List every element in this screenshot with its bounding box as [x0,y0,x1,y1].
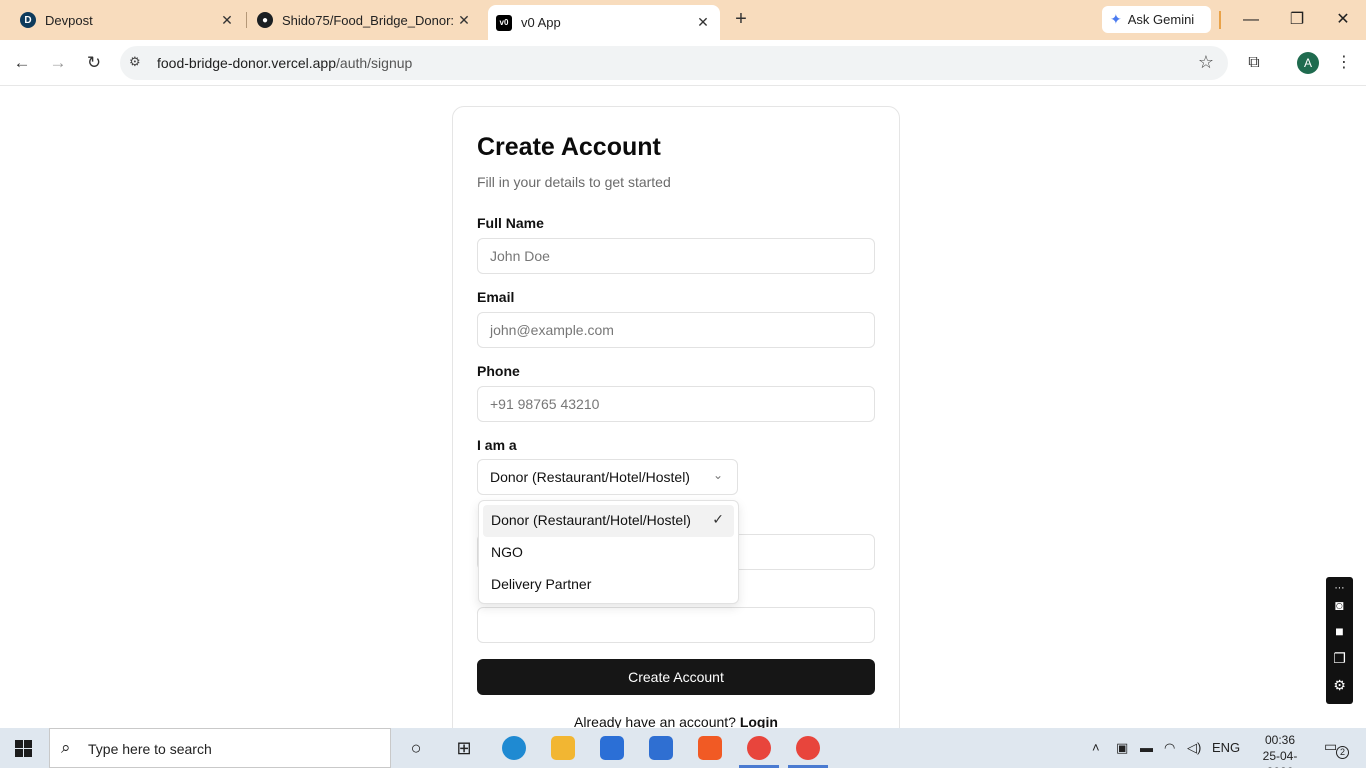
chrome-profile-s-icon[interactable] [796,736,820,760]
role-option-donor[interactable]: Donor (Restaurant/Hotel/Hostel) ✓ [483,505,734,537]
mail-icon[interactable] [649,736,673,760]
ask-gemini-label: Ask Gemini [1127,12,1195,27]
login-prompt: Already have an account? Login [453,714,899,728]
browser-tab-bar: D Devpost ✕ ● Shido75/Food_Bridge_Donor:… [0,0,1366,40]
tab-title: Shido75/Food_Bridge_Donor: fo [282,12,454,28]
window-capture-icon[interactable]: ❐ [1329,648,1350,668]
tray-app-icon[interactable]: ▣ [1116,740,1128,756]
reload-icon[interactable]: ↻ [82,51,106,75]
tab-title: Devpost [45,12,93,28]
camera-icon[interactable]: ◙ [1329,595,1350,615]
github-icon: ● [257,12,273,28]
full-name-label: Full Name [477,215,544,231]
task-view-icon[interactable]: ⊞ [451,735,477,761]
taskbar-search-box[interactable]: ⌕ Type here to search [49,728,391,768]
full-name-input[interactable]: John Doe [477,238,875,274]
confirm-password-input[interactable] [477,607,875,643]
show-hidden-icons-chevron-icon[interactable]: ˄ [1092,740,1100,755]
window-close-icon[interactable]: ✕ [1331,8,1355,32]
url-path: /auth/signup [336,55,413,71]
create-account-button[interactable]: Create Account [477,659,875,695]
battery-icon[interactable]: ▬ [1140,740,1153,755]
browser-toolbar: ← → ↻ ⚙ food-bridge-donor.vercel.app/aut… [0,40,1366,86]
brave-icon[interactable] [698,736,722,760]
tab-search-icon[interactable]: ⧉ [1242,51,1266,75]
login-link[interactable]: Login [740,714,778,728]
page-title: Create Account [477,133,661,161]
url-text: food-bridge-donor.vercel.app/auth/signup [157,55,412,71]
tab-title: v0 App [521,15,561,30]
signup-card: Create Account Fill in your details to g… [452,106,900,728]
video-camera-icon[interactable]: ■ [1329,621,1350,641]
role-option-delivery-partner[interactable]: Delivery Partner [483,569,734,601]
page-subtitle: Fill in your details to get started [477,174,671,190]
option-label: Delivery Partner [491,576,592,592]
clock-date: 25-04-2026 [1262,749,1298,768]
email-label: Email [477,289,515,305]
check-icon: ✓ [712,511,724,527]
tab-separator [246,12,247,28]
screen-capture-widget: ⋯ ◙ ■ ❐ ⚙ [1326,577,1353,704]
settings-gear-icon[interactable]: ⚙ [1329,675,1350,695]
back-arrow-icon[interactable]: ← [10,51,34,75]
page-viewport: Create Account Fill in your details to g… [0,87,1366,728]
ask-gemini-button[interactable]: ✦ Ask Gemini [1102,6,1211,33]
login-prompt-text: Already have an account? [574,714,736,728]
role-select-value: Donor (Restaurant/Hotel/Hostel) [490,469,690,485]
toolbar-separator [1219,11,1221,29]
close-icon[interactable]: ✕ [694,13,712,31]
minimize-icon[interactable]: — [1239,8,1263,32]
taskbar-search-placeholder: Type here to search [88,741,212,757]
volume-icon[interactable]: ◁) [1187,740,1201,756]
windows-taskbar: ⌕ Type here to search ○ ⊞ ˄ ▣ ▬ ◠ ◁) ENG… [0,728,1366,768]
tab-devpost[interactable]: D Devpost ✕ [20,6,236,34]
address-bar[interactable]: ⚙ food-bridge-donor.vercel.app/auth/sign… [120,46,1228,80]
v0-icon: v0 [496,14,512,31]
gemini-sparkle-icon: ✦ [1110,11,1122,27]
notification-center-icon[interactable]: ▭ 2 [1324,738,1349,759]
devpost-icon: D [20,12,36,28]
role-dropdown-menu: Donor (Restaurant/Hotel/Hostel) ✓ NGO De… [478,500,739,604]
cortana-icon[interactable]: ○ [403,735,429,761]
bookmark-star-icon[interactable]: ☆ [1198,52,1214,73]
new-tab-plus-icon[interactable]: + [730,9,752,31]
phone-label: Phone [477,363,520,379]
close-icon[interactable]: ✕ [218,11,236,29]
clock-time: 00:36 [1264,733,1296,747]
more-menu-icon[interactable]: ⋮ [1332,51,1356,75]
option-label: Donor (Restaurant/Hotel/Hostel) [491,512,691,528]
option-label: NGO [491,544,523,560]
role-label: I am a [477,437,517,453]
windows-start-icon[interactable] [15,740,32,757]
url-host: food-bridge-donor.vercel.app [157,55,337,71]
notification-count-badge: 2 [1336,746,1349,759]
role-select[interactable]: Donor (Restaurant/Hotel/Hostel) ⌄ [477,459,738,495]
taskbar-clock[interactable]: 00:36 25-04-2026 [1258,732,1302,768]
tab-github-repo[interactable]: ● Shido75/Food_Bridge_Donor: fo ✕ [257,6,473,34]
chevron-down-icon: ⌄ [712,468,723,482]
email-input[interactable]: john@example.com [477,312,875,348]
tab-v0-app[interactable]: v0 v0 App ✕ [488,5,720,40]
profile-avatar[interactable]: A [1297,52,1319,74]
wifi-icon[interactable]: ◠ [1164,740,1175,756]
file-explorer-icon[interactable] [551,736,575,760]
forward-arrow-icon[interactable]: → [46,51,70,75]
close-icon[interactable]: ✕ [455,11,473,29]
restore-icon[interactable]: ❐ [1285,8,1309,32]
phone-input[interactable]: +91 98765 43210 [477,386,875,422]
chrome-profile-a-icon[interactable] [747,736,771,760]
edge-icon[interactable] [502,736,526,760]
microsoft-store-icon[interactable] [600,736,624,760]
site-info-icon[interactable]: ⚙ [129,54,147,72]
role-option-ngo[interactable]: NGO [483,537,734,569]
search-icon: ⌕ [61,738,71,757]
language-indicator[interactable]: ENG [1212,740,1240,755]
